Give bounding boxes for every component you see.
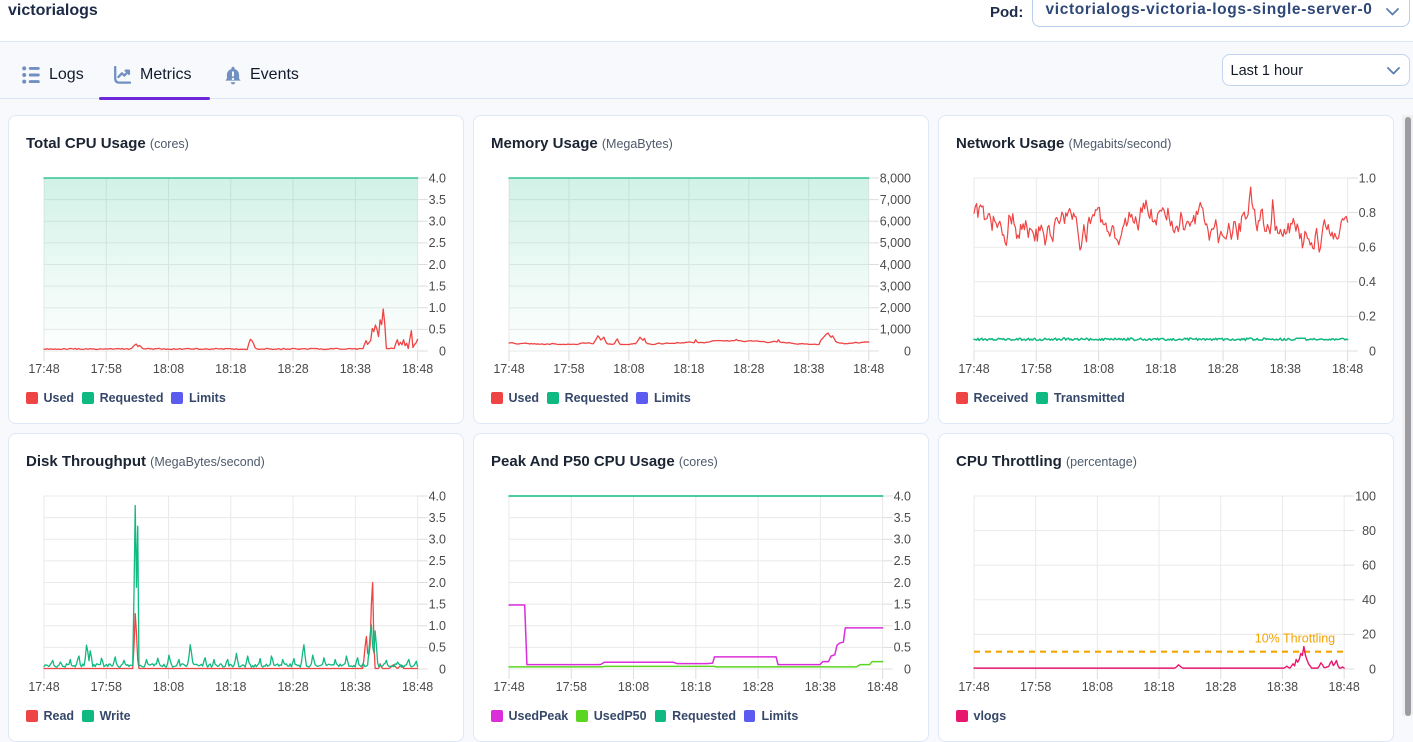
svg-text:4.0: 4.0: [429, 171, 446, 185]
svg-text:2.5: 2.5: [429, 554, 446, 568]
svg-text:18:18: 18:18: [215, 680, 246, 694]
svg-text:4.0: 4.0: [894, 489, 911, 503]
svg-text:3.0: 3.0: [429, 214, 446, 228]
svg-text:18:48: 18:48: [1329, 680, 1360, 694]
svg-text:20: 20: [1362, 627, 1376, 641]
svg-text:1.5: 1.5: [894, 597, 911, 611]
svg-text:6,000: 6,000: [880, 214, 911, 228]
svg-text:18:48: 18:48: [867, 680, 898, 694]
svg-text:18:48: 18:48: [1332, 362, 1363, 376]
svg-text:18:48: 18:48: [402, 680, 433, 694]
svg-text:0.4: 0.4: [1359, 275, 1376, 289]
svg-text:5,000: 5,000: [880, 236, 911, 250]
svg-text:0: 0: [1369, 662, 1376, 676]
svg-text:18:08: 18:08: [1082, 680, 1113, 694]
svg-text:0: 0: [439, 344, 446, 358]
svg-text:18:48: 18:48: [402, 362, 433, 376]
svg-text:17:48: 17:48: [958, 680, 989, 694]
svg-text:80: 80: [1362, 523, 1376, 537]
svg-text:17:48: 17:48: [493, 362, 524, 376]
svg-text:4.0: 4.0: [429, 489, 446, 503]
svg-text:18:18: 18:18: [1145, 362, 1176, 376]
svg-text:18:28: 18:28: [277, 680, 308, 694]
svg-text:60: 60: [1362, 558, 1376, 572]
svg-text:0: 0: [904, 344, 911, 358]
svg-text:0.2: 0.2: [1359, 309, 1376, 323]
svg-text:0.5: 0.5: [894, 640, 911, 654]
svg-text:18:38: 18:38: [1267, 680, 1298, 694]
svg-text:2,000: 2,000: [880, 301, 911, 315]
svg-text:18:28: 18:28: [742, 680, 773, 694]
svg-text:18:38: 18:38: [793, 362, 824, 376]
svg-text:4,000: 4,000: [880, 257, 911, 271]
svg-text:3,000: 3,000: [880, 279, 911, 293]
svg-text:1.0: 1.0: [894, 619, 911, 633]
svg-text:17:48: 17:48: [958, 362, 989, 376]
svg-text:0.8: 0.8: [1359, 205, 1376, 219]
svg-text:7,000: 7,000: [880, 192, 911, 206]
svg-text:18:28: 18:28: [733, 362, 764, 376]
svg-text:18:18: 18:18: [680, 680, 711, 694]
svg-text:17:58: 17:58: [1020, 680, 1051, 694]
svg-text:18:08: 18:08: [153, 680, 184, 694]
svg-text:18:08: 18:08: [613, 362, 644, 376]
svg-text:1.5: 1.5: [429, 597, 446, 611]
svg-text:17:48: 17:48: [28, 680, 59, 694]
svg-text:17:58: 17:58: [91, 362, 122, 376]
svg-text:18:08: 18:08: [618, 680, 649, 694]
svg-text:18:08: 18:08: [1083, 362, 1114, 376]
svg-text:17:48: 17:48: [493, 680, 524, 694]
svg-text:0.5: 0.5: [429, 322, 446, 336]
svg-text:18:38: 18:38: [1270, 362, 1301, 376]
svg-text:8,000: 8,000: [880, 171, 911, 185]
svg-text:17:58: 17:58: [556, 680, 587, 694]
svg-text:18:28: 18:28: [1205, 680, 1236, 694]
svg-text:100: 100: [1355, 489, 1376, 503]
svg-text:2.5: 2.5: [894, 554, 911, 568]
svg-text:3.0: 3.0: [894, 532, 911, 546]
svg-text:17:58: 17:58: [553, 362, 584, 376]
svg-text:3.5: 3.5: [894, 510, 911, 524]
svg-text:17:58: 17:58: [1021, 362, 1052, 376]
svg-text:2.0: 2.0: [429, 575, 446, 589]
svg-text:18:18: 18:18: [1143, 680, 1174, 694]
svg-text:10% Throttling: 10% Throttling: [1255, 631, 1335, 645]
svg-text:0.5: 0.5: [429, 640, 446, 654]
svg-text:18:38: 18:38: [340, 362, 371, 376]
svg-text:3.5: 3.5: [429, 510, 446, 524]
svg-text:2.0: 2.0: [894, 575, 911, 589]
svg-text:18:08: 18:08: [153, 362, 184, 376]
svg-text:0: 0: [904, 662, 911, 676]
svg-text:1.0: 1.0: [1359, 171, 1376, 185]
svg-text:1,000: 1,000: [880, 322, 911, 336]
svg-text:1.0: 1.0: [429, 301, 446, 315]
svg-text:2.5: 2.5: [429, 236, 446, 250]
svg-text:3.0: 3.0: [429, 532, 446, 546]
svg-text:18:38: 18:38: [340, 680, 371, 694]
svg-text:18:28: 18:28: [1207, 362, 1238, 376]
svg-text:40: 40: [1362, 593, 1376, 607]
svg-text:17:58: 17:58: [91, 680, 122, 694]
svg-text:18:48: 18:48: [853, 362, 884, 376]
svg-text:18:38: 18:38: [805, 680, 836, 694]
svg-text:1.0: 1.0: [429, 619, 446, 633]
svg-text:0: 0: [1369, 344, 1376, 358]
svg-text:3.5: 3.5: [429, 192, 446, 206]
svg-text:2.0: 2.0: [429, 257, 446, 271]
svg-text:0.6: 0.6: [1359, 240, 1376, 254]
svg-text:18:18: 18:18: [673, 362, 704, 376]
svg-text:0: 0: [439, 662, 446, 676]
svg-text:1.5: 1.5: [429, 279, 446, 293]
svg-text:18:18: 18:18: [215, 362, 246, 376]
svg-text:17:48: 17:48: [28, 362, 59, 376]
svg-text:18:28: 18:28: [277, 362, 308, 376]
